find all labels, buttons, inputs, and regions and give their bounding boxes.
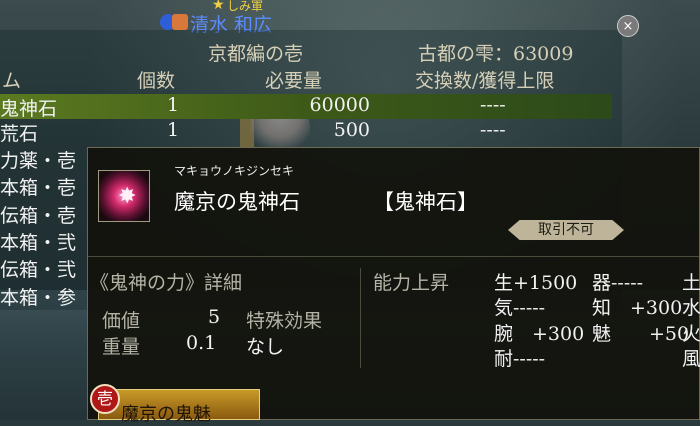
- exchange-list-title: 京都編の壱: [208, 43, 304, 65]
- item-name: 魔京の鬼神石: [174, 190, 300, 214]
- list-item[interactable]: 本箱・弐: [0, 228, 76, 255]
- list-item[interactable]: 力薬・壱: [0, 146, 76, 173]
- row-count: 1: [167, 94, 180, 116]
- item-card[interactable]: 壱 魔京の鬼魅: [90, 384, 260, 425]
- item-tooltip: ✸ マキョウノキジンセキ 魔京の鬼神石 【鬼神石】 取引不可 《鬼神の力》詳細 …: [87, 147, 700, 420]
- stat-value: 腕 +300: [494, 323, 585, 345]
- list-item[interactable]: 本箱・壱: [0, 173, 76, 200]
- stat-value: 土: [682, 272, 700, 294]
- stat-value: 魅 +50: [592, 323, 690, 345]
- exchange-row-selected[interactable]: 鬼神石 1 60000 ----: [0, 94, 612, 120]
- stat-value: 火: [682, 323, 700, 345]
- row-limit: ----: [480, 94, 506, 116]
- row-required: 500: [333, 119, 370, 141]
- list-item[interactable]: 本箱・参: [0, 283, 76, 310]
- untradeable-badge: 取引不可: [508, 220, 624, 240]
- exchange-row[interactable]: 荒石 1 500 ----: [0, 119, 612, 145]
- item-category: 【鬼神石】: [373, 190, 478, 214]
- divider-vertical: [360, 268, 361, 368]
- badge-label: 取引不可: [538, 222, 594, 238]
- list-item[interactable]: 伝箱・弐: [0, 255, 76, 282]
- status-icon-orange: [172, 14, 188, 30]
- card-label: 魔京の鬼魅: [121, 404, 211, 425]
- currency-amount: 古都の雫：63009: [418, 43, 574, 65]
- value-label: 価値: [102, 310, 141, 332]
- detail-title: 《鬼神の力》詳細: [90, 272, 243, 294]
- header-limit: 交換数/獲得上限: [415, 70, 555, 92]
- ability-title: 能力上昇: [373, 272, 450, 294]
- weight-label: 重量: [102, 336, 141, 358]
- weight-amount: 0.1: [186, 332, 217, 354]
- row-count: 1: [167, 119, 180, 141]
- stat-value: 知 +300: [592, 297, 683, 319]
- special-effect-label: 特殊効果: [246, 310, 323, 332]
- stat-value: 風: [682, 348, 700, 370]
- close-button[interactable]: ×: [617, 15, 639, 37]
- header-count: 個数: [137, 70, 176, 92]
- character-status-icons: [160, 14, 190, 30]
- item-reading: マキョウノキジンセキ: [174, 164, 295, 178]
- row-item-name: 荒石: [0, 123, 39, 145]
- stat-value: 生+1500: [494, 272, 578, 294]
- gem-icon: ✸: [98, 170, 150, 222]
- row-item-name: 鬼神石: [0, 98, 58, 120]
- stat-value: 気-----: [494, 297, 546, 319]
- divider: [88, 256, 699, 257]
- card-number-badge: 壱: [90, 384, 120, 414]
- special-effect-value: なし: [246, 336, 285, 358]
- stat-value: 水: [682, 297, 700, 319]
- header-item: ム: [2, 70, 22, 92]
- value-amount: 5: [208, 306, 221, 328]
- header-required: 必要量: [265, 70, 323, 92]
- row-required: 60000: [309, 94, 370, 116]
- list-item[interactable]: 伝箱・壱: [0, 201, 76, 228]
- stat-value: 耐-----: [494, 348, 546, 370]
- row-limit: ----: [480, 119, 506, 141]
- stat-value: 器-----: [592, 272, 644, 294]
